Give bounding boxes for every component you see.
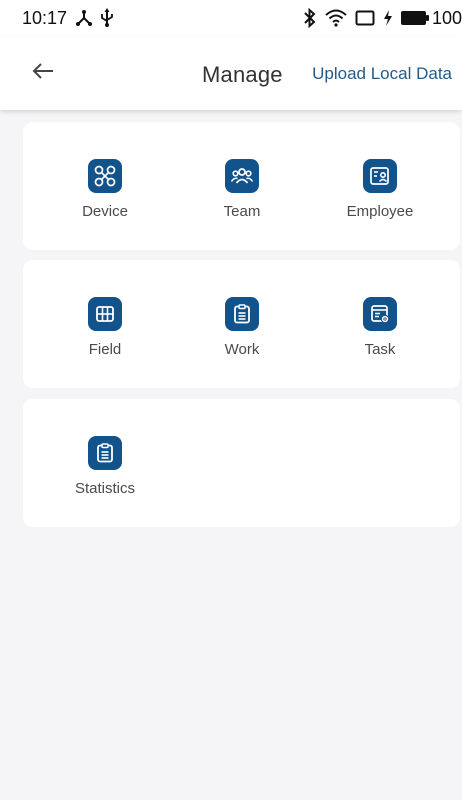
task-settings-icon [363,297,397,331]
field-tile[interactable]: Field [35,260,175,388]
back-arrow-icon [32,62,54,85]
group-icon [225,159,259,193]
task-label: Task [364,341,396,358]
device-label: Device [82,203,128,220]
device-tile[interactable]: Device [35,122,175,250]
battery-percent: 100 [431,7,462,28]
back-button[interactable] [28,58,58,88]
task-tile[interactable]: Task [310,260,450,388]
manage-card-1: Device Team Employee [23,122,460,250]
employee-label: Employee [346,203,414,220]
work-tile[interactable]: Work [172,260,312,388]
status-right: 100 [295,8,462,29]
clipboard-icon [88,436,122,470]
id-card-icon [363,159,397,193]
page-title: Manage [202,62,283,87]
battery-icon [400,10,429,26]
field-label: Field [88,341,122,358]
manage-card-2: Field Work Task [23,260,460,388]
manage-card-3: Statistics [23,399,460,527]
cast-icon [355,10,375,26]
statistics-label: Statistics [74,480,135,497]
bluetooth-icon [303,8,317,28]
grid-map-icon [88,297,122,331]
network-share-icon [75,9,93,27]
status-left: 10:17 [22,8,115,29]
employee-tile[interactable]: Employee [310,122,450,250]
usb-icon [99,8,115,28]
drone-icon [88,159,122,193]
team-tile[interactable]: Team [172,122,312,250]
manage-content: Device Team Employee Field Work Task Sta… [0,110,462,800]
status-bar: 10:17 100 [0,0,462,36]
status-time: 10:17 [22,7,68,28]
charging-icon [383,10,393,26]
work-label: Work [224,341,260,358]
app-bar: Manage Upload Local Data [0,36,462,110]
clipboard-icon [225,297,259,331]
wifi-icon [325,9,347,27]
statistics-tile[interactable]: Statistics [35,399,175,527]
upload-local-data-button[interactable]: Upload Local Data [312,64,452,84]
team-label: Team [223,203,261,220]
battery-indicator: 100 [400,7,462,29]
